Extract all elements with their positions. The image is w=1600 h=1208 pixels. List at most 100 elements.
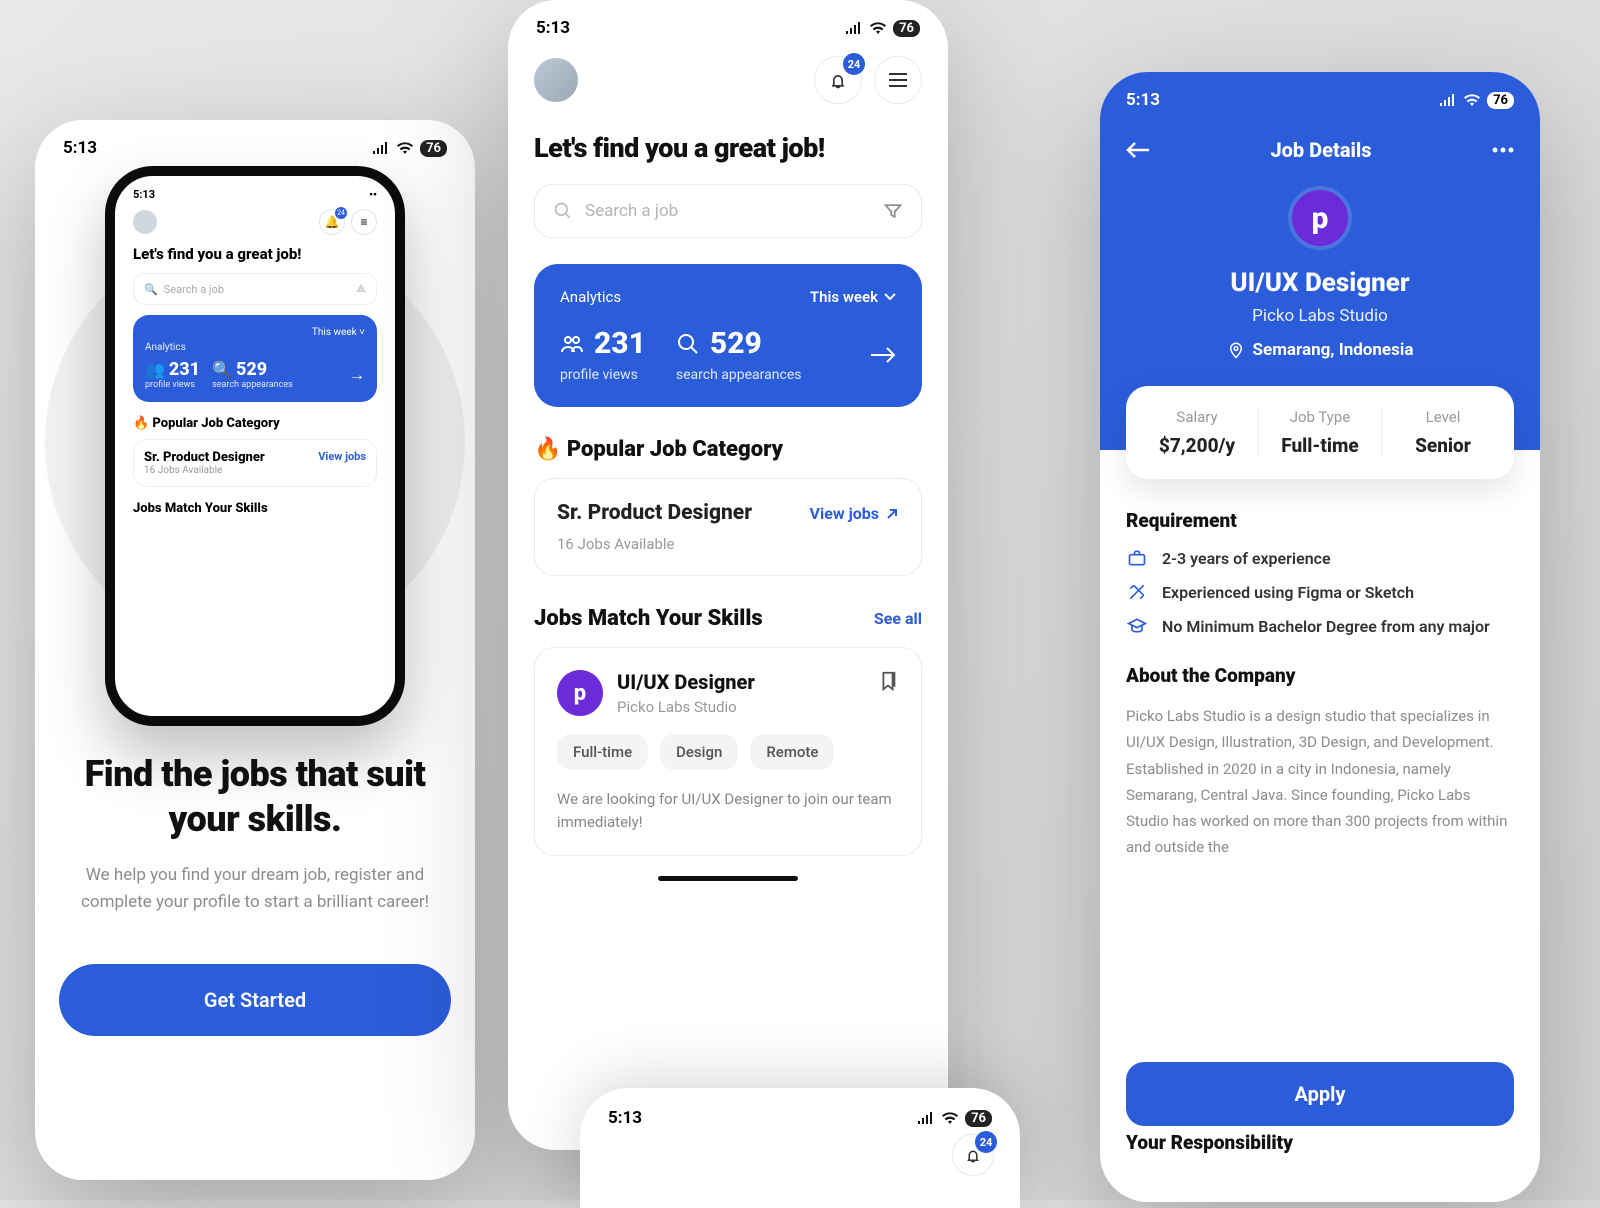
tools-icon	[1126, 582, 1148, 602]
battery-indicator: 76	[420, 140, 447, 157]
status-bar: 5:13 76	[508, 0, 948, 48]
jobs-available: 16 Jobs Available	[557, 535, 899, 553]
onboarding-subtext: We help you find your dream job, registe…	[71, 862, 439, 916]
job-title: UI/UX Designer	[617, 670, 755, 694]
notification-badge: 24	[975, 1131, 997, 1153]
bell-icon	[828, 70, 848, 90]
company-logo: p	[1288, 186, 1352, 250]
battery-indicator: 76	[893, 20, 920, 37]
job-tag: Design	[660, 734, 738, 770]
hamburger-icon	[888, 73, 908, 87]
wifi-icon	[869, 22, 887, 34]
requirement-title: Requirement	[1126, 509, 1514, 532]
status-time: 5:13	[536, 18, 570, 38]
profile-views-label: profile views	[560, 367, 646, 383]
level-label: Level	[1390, 408, 1496, 426]
level-value: Senior	[1390, 434, 1496, 457]
search-stat-icon: 🔍	[212, 360, 232, 379]
responsibility-title: Your Responsibility	[1126, 1131, 1293, 1154]
search-icon	[676, 332, 700, 356]
graduation-icon	[1126, 616, 1148, 636]
role-title: UI/UX Designer	[1126, 268, 1514, 298]
hero-mockup: 5:13 •• 🔔24 ≡ Let's find you a great job…	[35, 162, 475, 722]
jobtype-value: Full-time	[1267, 434, 1373, 457]
more-button[interactable]	[1492, 147, 1514, 153]
search-appearances-label: search appearances	[676, 367, 802, 383]
search-icon: 🔍	[144, 283, 158, 296]
people-icon: 👥	[145, 360, 165, 379]
search-placeholder: Search a job	[585, 201, 678, 221]
match-section-title: Jobs Match Your Skills	[534, 606, 763, 631]
location-text: Semarang, Indonesia	[1253, 340, 1414, 360]
location-icon	[1227, 341, 1245, 359]
signal-icon	[1439, 94, 1457, 106]
search-appearances-value: 529	[710, 326, 762, 361]
status-time: 5:13	[63, 138, 97, 158]
signal-icon	[845, 22, 863, 34]
search-icon	[553, 201, 573, 221]
see-all-link[interactable]: See all	[874, 609, 922, 628]
notifications-button[interactable]: 24	[814, 56, 862, 104]
requirement-item: Experienced using Figma or Sketch	[1126, 582, 1514, 602]
arrow-up-right-icon	[885, 507, 899, 521]
job-detail-screen: 5:13 76 Job Details p UI/UX Designer Pic…	[1100, 72, 1540, 1202]
arrow-icon: →	[349, 365, 365, 385]
briefcase-icon	[1126, 548, 1148, 568]
analytics-label: Analytics	[560, 288, 621, 306]
bookmark-button[interactable]	[877, 670, 899, 692]
more-icon	[1492, 147, 1514, 153]
wifi-icon	[941, 1112, 959, 1124]
wifi-icon	[1463, 94, 1481, 106]
popular-section-title: 🔥 Popular Job Category	[534, 437, 783, 462]
about-text: Picko Labs Studio is a design studio tha…	[1126, 703, 1514, 861]
battery-indicator: 76	[965, 1110, 992, 1127]
notifications-button[interactable]: 24	[952, 1134, 994, 1176]
job-card[interactable]: p UI/UX Designer Picko Labs Studio Full-…	[534, 647, 922, 856]
chevron-down-icon	[884, 293, 896, 301]
company-name: Picko Labs Studio	[1126, 306, 1514, 326]
hero-inner-phone: 5:13 •• 🔔24 ≡ Let's find you a great job…	[105, 166, 405, 726]
status-time: 5:13	[1126, 90, 1160, 110]
company-logo: p	[557, 670, 603, 716]
status-time: 5:13	[608, 1108, 642, 1128]
view-jobs-link[interactable]: View jobs	[810, 504, 899, 523]
status-bar: 5:13 76	[1126, 72, 1514, 120]
page-title: Job Details	[1270, 138, 1371, 162]
page-heading: Let's find you a great job!	[508, 104, 948, 184]
salary-value: $7,200/y	[1144, 434, 1250, 457]
category-name: Sr. Product Designer	[557, 501, 752, 525]
get-started-button[interactable]: Get Started	[59, 964, 451, 1036]
status-bar: 5:13 76	[580, 1094, 1020, 1134]
filter-icon: ⟁	[356, 282, 366, 296]
bell-icon: 🔔24	[319, 209, 345, 235]
filter-icon[interactable]	[883, 201, 903, 221]
job-summary-card: Salary $7,200/y Job Type Full-time Level…	[1126, 386, 1514, 479]
menu-button[interactable]	[874, 56, 922, 104]
category-card[interactable]: Sr. Product Designer View jobs 16 Jobs A…	[534, 478, 922, 576]
apply-button[interactable]: Apply	[1126, 1062, 1514, 1126]
arrow-left-icon	[1126, 141, 1150, 159]
arrow-right-icon	[870, 346, 896, 364]
avatar[interactable]	[534, 58, 578, 102]
requirement-item: 2-3 years of experience	[1126, 548, 1514, 568]
signal-icon	[917, 1112, 935, 1124]
people-icon	[560, 332, 584, 356]
back-button[interactable]	[1126, 141, 1150, 159]
analytics-card[interactable]: Analytics This week 231 profile views	[534, 264, 922, 407]
analytics-arrow[interactable]	[870, 346, 896, 364]
period-selector[interactable]: This week	[810, 288, 896, 306]
signal-icon	[372, 142, 390, 154]
jobtype-label: Job Type	[1267, 408, 1373, 426]
onboarding-headline: Find the jobs that suit your skills.	[71, 752, 439, 842]
avatar	[133, 210, 157, 234]
onboarding-screen: 5:13 76 5:13 ••	[35, 120, 475, 1180]
about-title: About the Company	[1126, 664, 1514, 687]
profile-views-value: 231	[594, 326, 646, 361]
battery-indicator: 76	[1487, 92, 1514, 109]
bookmark-icon	[877, 670, 899, 692]
job-tag: Remote	[750, 734, 834, 770]
job-tag: Full-time	[557, 734, 648, 770]
wifi-icon	[396, 142, 414, 154]
search-input[interactable]: Search a job	[534, 184, 922, 238]
salary-label: Salary	[1144, 408, 1250, 426]
